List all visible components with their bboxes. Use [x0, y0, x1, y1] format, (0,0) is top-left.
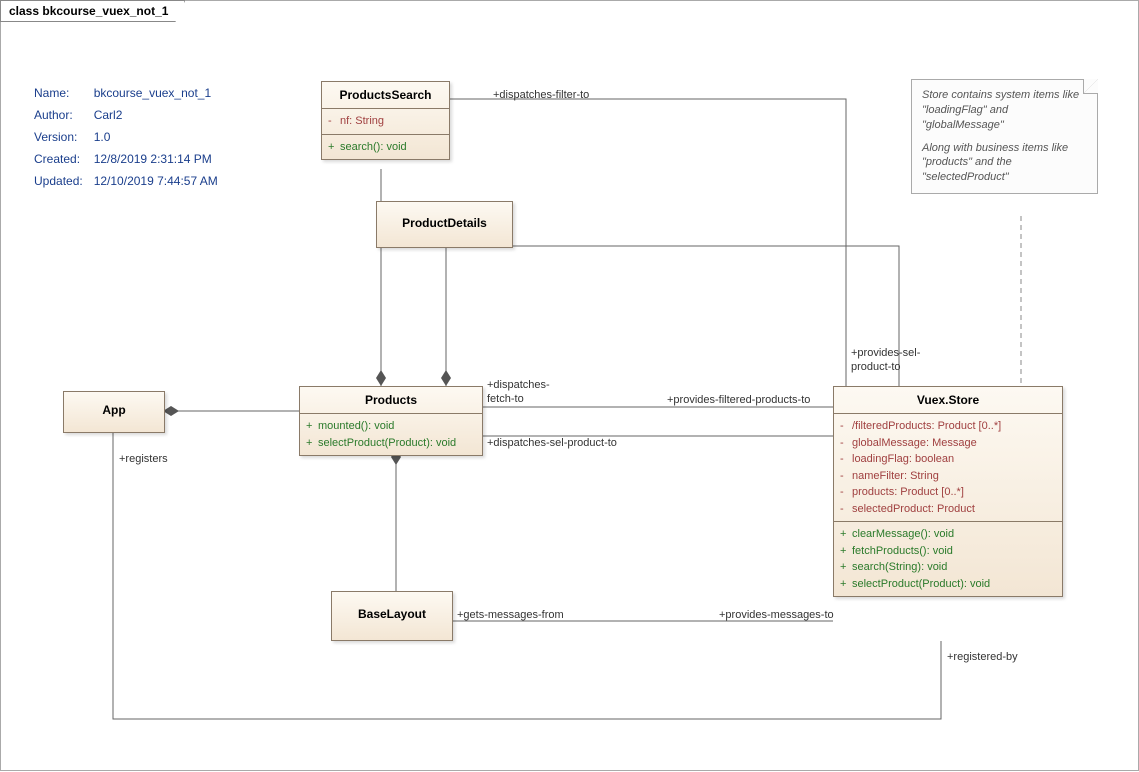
meta-updated: 12/10/2019 7:44:57 AM	[93, 171, 219, 191]
class-operations: +mounted(): void +selectProduct(Product)…	[300, 414, 482, 455]
note-line-2: Along with business items like "products…	[922, 141, 1087, 186]
meta-name-label: Name:	[33, 83, 91, 103]
meta-created: 12/8/2019 2:31:14 PM	[93, 149, 219, 169]
meta-updated-label: Updated:	[33, 171, 91, 191]
class-attributes: -/filteredProducts: Product [0..*] -glob…	[834, 414, 1062, 521]
note-store-description[interactable]: Store contains system items like "loadin…	[911, 79, 1098, 194]
label-dispatches-fetch-to-1: +dispatches-	[487, 379, 550, 391]
class-product-details[interactable]: ProductDetails	[376, 201, 513, 248]
class-title: ProductDetails	[377, 202, 512, 244]
class-title: ProductsSearch	[322, 82, 449, 109]
class-title: BaseLayout	[332, 592, 452, 636]
label-gets-messages-from: +gets-messages-from	[457, 609, 564, 621]
class-attributes: -nf: String	[322, 109, 449, 134]
diagram-title-tab: class bkcourse_vuex_not_1	[0, 0, 185, 22]
class-products[interactable]: Products +mounted(): void +selectProduct…	[299, 386, 483, 456]
meta-author-label: Author:	[33, 105, 91, 125]
class-operations: +search(): void	[322, 134, 449, 160]
label-provides-sel-product-to-2: product-to	[851, 361, 901, 373]
class-title: Products	[300, 387, 482, 414]
meta-version: 1.0	[93, 127, 219, 147]
label-dispatches-fetch-to-2: fetch-to	[487, 393, 524, 405]
label-dispatches-sel-product-to: +dispatches-sel-product-to	[487, 437, 617, 449]
label-registers: +registers	[119, 453, 168, 465]
label-registered-by: +registered-by	[947, 651, 1018, 663]
class-base-layout[interactable]: BaseLayout	[331, 591, 453, 641]
class-title: Vuex.Store	[834, 387, 1062, 414]
class-operations: +clearMessage(): void +fetchProducts(): …	[834, 521, 1062, 596]
label-provides-filtered-products-to: +provides-filtered-products-to	[667, 394, 810, 406]
label-provides-messages-to: +provides-messages-to	[719, 609, 834, 621]
class-app[interactable]: App	[63, 391, 165, 433]
meta-name: bkcourse_vuex_not_1	[93, 83, 219, 103]
diagram-canvas: class bkcourse_vuex_not_1 Name:bkcourse_…	[0, 0, 1139, 771]
meta-author: Carl2	[93, 105, 219, 125]
label-provides-sel-product-to-1: +provides-sel-	[851, 347, 920, 359]
class-products-search[interactable]: ProductsSearch -nf: String +search(): vo…	[321, 81, 450, 160]
diagram-metadata: Name:bkcourse_vuex_not_1 Author:Carl2 Ve…	[31, 81, 221, 193]
note-line-1: Store contains system items like "loadin…	[922, 88, 1087, 133]
class-vuex-store[interactable]: Vuex.Store -/filteredProducts: Product […	[833, 386, 1063, 597]
class-title: App	[64, 392, 164, 428]
meta-created-label: Created:	[33, 149, 91, 169]
label-dispatches-filter-to: +dispatches-filter-to	[493, 89, 589, 101]
meta-version-label: Version:	[33, 127, 91, 147]
